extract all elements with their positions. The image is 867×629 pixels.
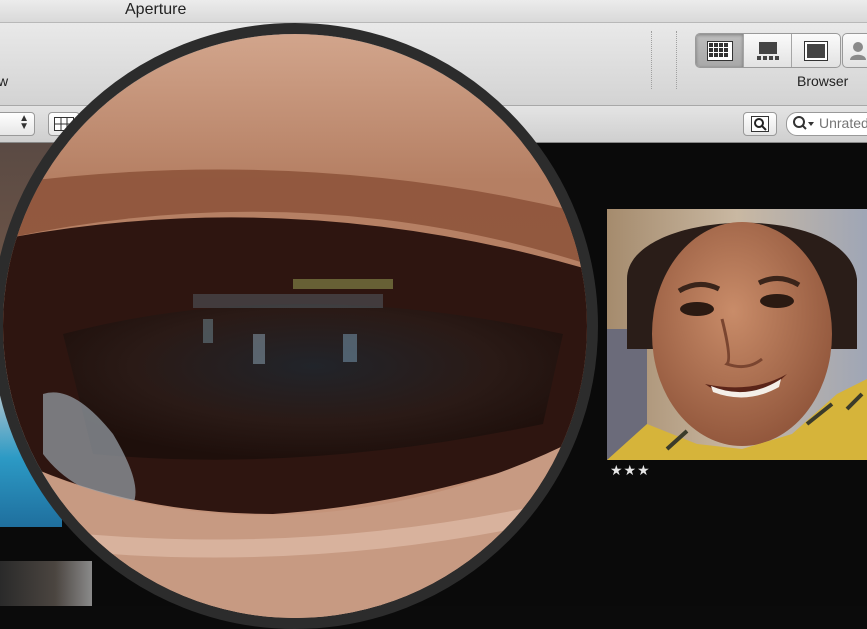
view-mode-segmented-control (695, 33, 841, 68)
viewer-icon (804, 40, 828, 61)
search-icon (793, 116, 814, 130)
browser-label: Browser (797, 73, 849, 89)
magnified-eye-image (3, 34, 587, 618)
split-view-button[interactable] (744, 34, 792, 67)
portrait-image (607, 209, 867, 460)
photo-thumbnail[interactable] (607, 209, 867, 460)
sort-popup[interactable]: ▲ ▼ (0, 112, 35, 136)
toolbar-separator (651, 31, 652, 89)
faces-button[interactable] (842, 33, 867, 68)
star-rating: ★★★ (610, 462, 651, 478)
loupe-icon (751, 116, 769, 132)
loupe-button[interactable] (743, 112, 777, 136)
grid-icon (706, 40, 733, 61)
updown-arrows-icon: ▲ ▼ (19, 113, 29, 132)
person-icon (850, 41, 866, 60)
toolbar-separator (676, 31, 677, 89)
search-input[interactable] (819, 114, 867, 132)
viewer-button[interactable] (792, 34, 840, 67)
grid-view-button[interactable] (696, 34, 744, 67)
menu-bar: Aperture (0, 0, 867, 23)
search-field[interactable] (786, 112, 867, 136)
app-title[interactable]: Aperture (125, 1, 186, 19)
filmstrip-icon (756, 41, 779, 60)
loupe-magnifier[interactable] (0, 23, 598, 629)
toolbar-label-left: w (0, 73, 9, 89)
thumbnail-bottom-left[interactable] (0, 561, 92, 606)
